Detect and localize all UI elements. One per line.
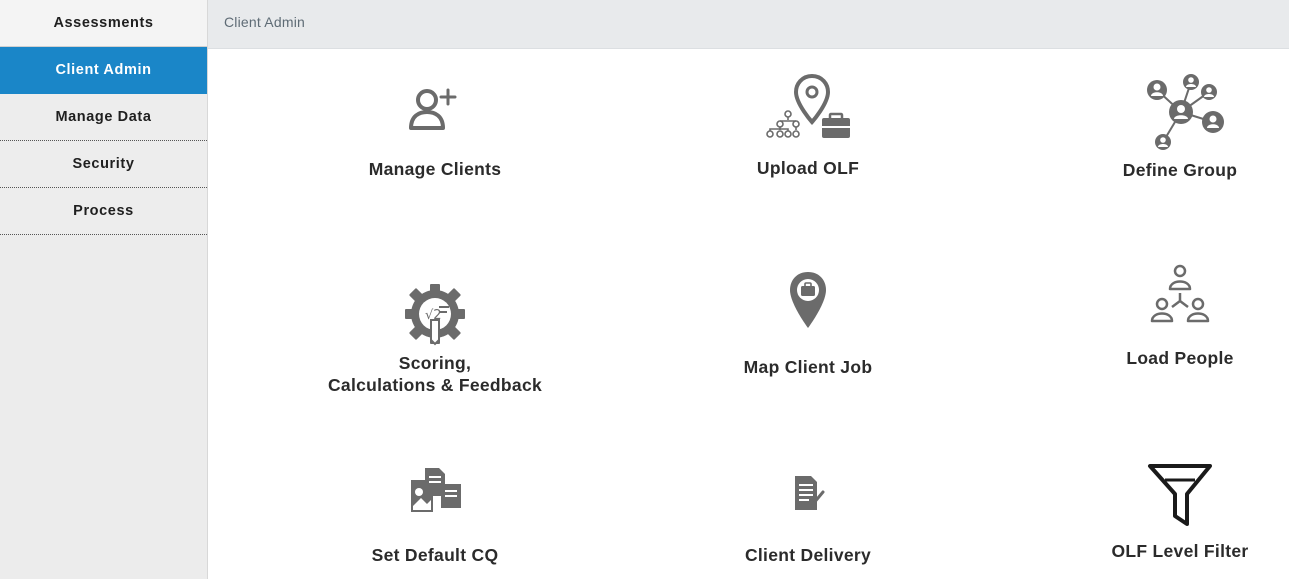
tile-set-default-cq[interactable]: Set Default CQ [285,466,585,566]
tile-label: Set Default CQ [371,545,499,565]
tile-label: Load People [1126,348,1234,368]
sidebar: Assessments Client Admin Manage Data Sec… [0,0,208,579]
sidebar-item-process[interactable]: Process [0,188,207,235]
tile-manage-clients[interactable]: Manage Clients [285,84,585,180]
gear-calculation-icon: √2 [405,284,465,346]
filter-funnel-icon [1148,464,1212,526]
people-hierarchy-icon [1150,264,1210,323]
add-user-icon [409,88,457,130]
tile-label: Client Delivery [744,545,872,565]
tile-define-group[interactable]: Define Group [1030,72,1289,181]
tile-scoring-calculations-feedback[interactable]: √2 Scoring, Calculations & Feedback [285,280,585,396]
tile-load-people[interactable]: Load People [1030,263,1289,369]
tile-upload-olf[interactable]: Upload OLF [658,74,958,179]
tile-map-client-job[interactable]: Map Client Job [658,270,958,378]
documents-stack-icon [411,468,461,512]
tile-label: Scoring, Calculations & Feedback [327,353,543,395]
tile-label: Manage Clients [368,159,502,179]
org-location-upload-icon [766,74,850,138]
map-pin-briefcase-icon [790,272,826,328]
sidebar-item-manage-data[interactable]: Manage Data [0,94,207,141]
tile-label: Map Client Job [743,357,873,377]
document-edit-icon [795,476,825,510]
tile-olf-level-filter[interactable]: OLF Level Filter [1030,462,1289,562]
page-header: Client Admin [208,0,1289,49]
breadcrumb: Client Admin [224,14,305,30]
tile-label: Define Group [1122,160,1238,180]
tile-label: OLF Level Filter [1111,541,1249,561]
sidebar-item-client-admin[interactable]: Client Admin [0,47,207,94]
tile-client-delivery[interactable]: Client Delivery [658,474,958,566]
tile-label: Upload OLF [756,158,860,178]
network-group-icon [1147,74,1224,150]
sidebar-item-security[interactable]: Security [0,141,207,188]
sidebar-item-assessments[interactable]: Assessments [0,0,207,47]
